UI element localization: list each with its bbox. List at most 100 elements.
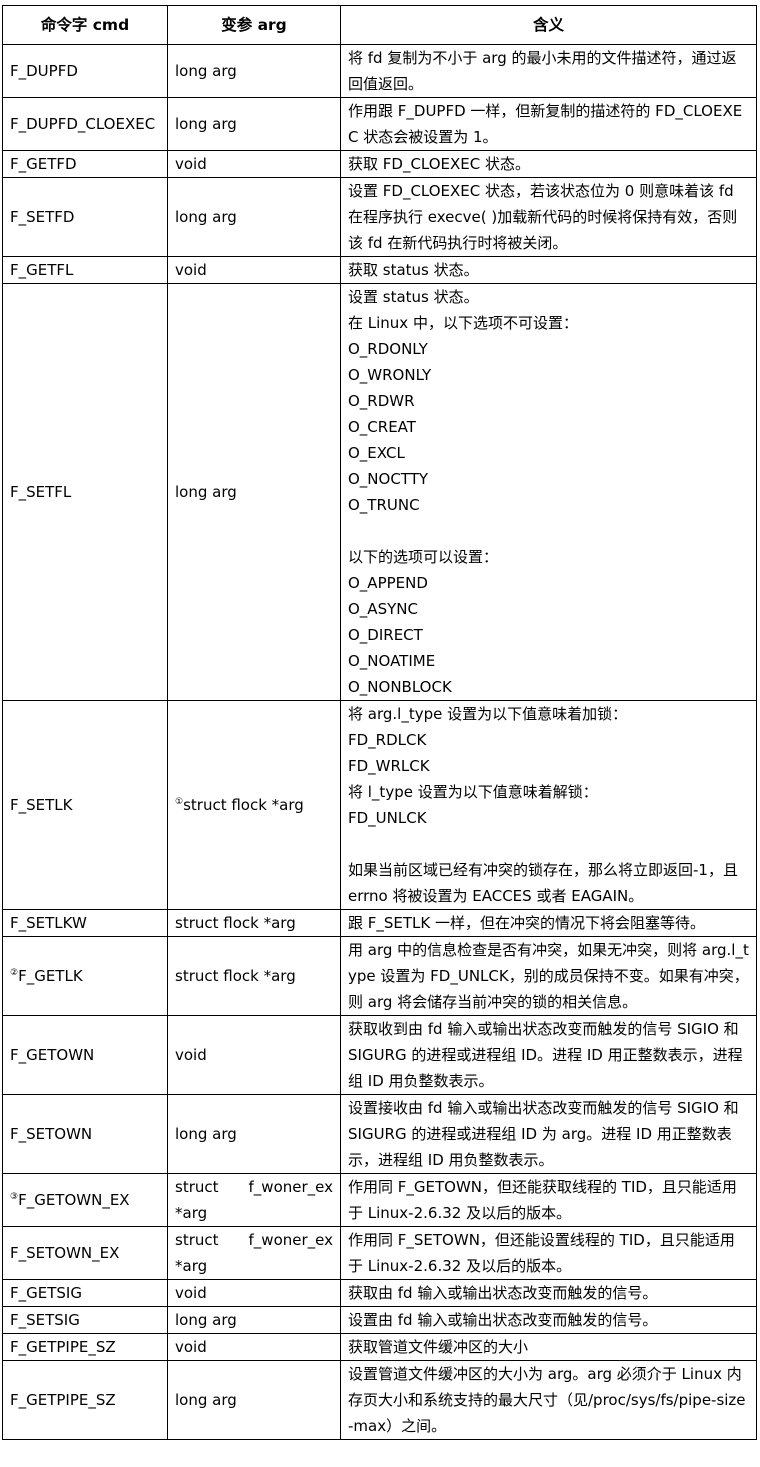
arg-cell: long arg bbox=[167, 1306, 341, 1334]
table-row: F_GETOWN void 获取收到由 fd 输入或输出状态改变而触发的信号 SIG… bbox=[2, 1015, 757, 1095]
meaning-cell: 作用同 F_SETOWN，但还能设置线程的 TID，且只能适用于 Linux-2… bbox=[340, 1226, 757, 1280]
meaning-line: 如果当前区域已经有冲突的锁存在，那么将立即返回-1，且 errno 将被设置为 … bbox=[348, 861, 738, 905]
table-row: ③F_GETOWN_EX struct f_woner_ex *arg 作用同 F_GE… bbox=[2, 1173, 757, 1227]
meaning-line: 获取 FD_CLOEXEC 状态。 bbox=[348, 155, 531, 173]
meaning-line: 作用同 F_GETOWN，但还能获取线程的 TID，且只能适用于 Linux-2… bbox=[348, 1178, 737, 1222]
meaning-cell: 设置管道文件缓冲区的大小为 arg。arg 必须介于 Linux 内存页大小和系… bbox=[340, 1360, 757, 1440]
meaning-line: O_RDWR bbox=[348, 392, 415, 410]
arg-type: void bbox=[175, 1284, 207, 1302]
meaning-line: FD_RDLCK bbox=[348, 731, 427, 749]
meaning-line: FD_UNLCK bbox=[348, 809, 427, 827]
meaning-line: 设置接收由 fd 输入或输出状态改变而触发的信号 SIGIO 和 SIGURG … bbox=[348, 1099, 739, 1169]
arg-cell: void bbox=[167, 1015, 341, 1095]
arg-type-line: struct f_woner_ex bbox=[175, 1227, 333, 1253]
arg-cell: long arg bbox=[167, 1360, 341, 1440]
arg-part: struct bbox=[175, 1178, 219, 1196]
header-cmd: 命令字 cmd bbox=[2, 5, 168, 45]
cmd-name: F_SETSIG bbox=[10, 1311, 80, 1329]
arg-type: void bbox=[175, 1338, 207, 1356]
meaning-line: 以下的选项可以设置： bbox=[348, 548, 499, 566]
table-header-row: 命令字 cmd 变参 arg 含义 bbox=[2, 5, 757, 45]
cmd-name: F_DUPFD_CLOEXEC bbox=[10, 115, 156, 133]
cmd-cell: F_GETPIPE_SZ bbox=[2, 1333, 168, 1361]
arg-part: *arg bbox=[175, 1204, 208, 1222]
meaning-line: O_DIRECT bbox=[348, 626, 423, 644]
cmd-cell: F_GETSIG bbox=[2, 1279, 168, 1307]
table-row: F_GETPIPE_SZ long arg 设置管道文件缓冲区的大小为 arg。ar… bbox=[2, 1360, 757, 1440]
cmd-cell: F_GETOWN bbox=[2, 1015, 168, 1095]
meaning-cell: 跟 F_SETLK 一样，但在冲突的情况下将会阻塞等待。 bbox=[340, 909, 757, 937]
cmd-cell: ③F_GETOWN_EX bbox=[2, 1173, 168, 1227]
cmd-cell: F_GETPIPE_SZ bbox=[2, 1360, 168, 1440]
meaning-line: 将 fd 复制为不小于 arg 的最小未用的文件描述符，通过返回值返回。 bbox=[348, 49, 737, 93]
arg-type: long arg bbox=[175, 1311, 237, 1329]
meaning-cell: 获取管道文件缓冲区的大小 bbox=[340, 1333, 757, 1361]
table-row: F_SETSIG long arg 设置由 fd 输入或输出状态改变而触发的信号。 bbox=[2, 1306, 757, 1334]
table-row: F_GETFD void 获取 FD_CLOEXEC 状态。 bbox=[2, 150, 757, 178]
cmd-cell: F_SETSIG bbox=[2, 1306, 168, 1334]
meaning-line: 获取收到由 fd 输入或输出状态改变而触发的信号 SIGIO 和 SIGURG … bbox=[348, 1020, 743, 1090]
meaning-cell: 设置 status 状态。在 Linux 中，以下选项不可设置： O_RDONLY… bbox=[340, 283, 757, 701]
meaning-line: 设置管道文件缓冲区的大小为 arg。arg 必须介于 Linux 内存页大小和系… bbox=[348, 1365, 746, 1435]
table-row: F_DUPFD long arg 将 fd 复制为不小于 arg 的最小未用的文件描… bbox=[2, 44, 757, 98]
table-row: F_SETLK ①struct flock *arg 将 arg.l_type 设置… bbox=[2, 700, 757, 910]
meaning-line: O_APPEND bbox=[348, 574, 428, 592]
arg-type-line: struct f_woner_ex bbox=[175, 1174, 333, 1200]
meaning-line: 作用跟 F_DUPFD 一样，但新复制的描述符的 FD_CLOEXEC 状态会被… bbox=[348, 102, 743, 146]
arg-type: struct flock *arg bbox=[175, 967, 296, 985]
arg-cell: void bbox=[167, 150, 341, 178]
arg-type: struct flock *arg bbox=[183, 796, 304, 814]
cmd-name: F_SETFL bbox=[10, 483, 72, 501]
meaning-line: O_TRUNC bbox=[348, 496, 420, 514]
arg-cell: struct flock *arg bbox=[167, 909, 341, 937]
fcntl-command-table: 命令字 cmd 变参 arg 含义 F_DUPFD long arg 将 fd 复制… bbox=[2, 5, 757, 1440]
arg-type: long arg bbox=[175, 483, 237, 501]
table-row: F_SETFD long arg 设置 FD_CLOEXEC 状态，若该状态位为 0… bbox=[2, 177, 757, 257]
arg-cell: void bbox=[167, 256, 341, 284]
meaning-cell: 用 arg 中的信息检查是否有冲突，如果无冲突，则将 arg.l_type 设置… bbox=[340, 936, 757, 1016]
table-row: F_SETFL long arg 设置 status 状态。在 Linux 中，以下… bbox=[2, 283, 757, 701]
meaning-line: O_EXCL bbox=[348, 444, 405, 462]
meaning-cell: 将 fd 复制为不小于 arg 的最小未用的文件描述符，通过返回值返回。 bbox=[340, 44, 757, 98]
cmd-cell: F_DUPFD_CLOEXEC bbox=[2, 97, 168, 151]
arg-cell: struct flock *arg bbox=[167, 936, 341, 1016]
arg-cell: long arg bbox=[167, 177, 341, 257]
arg-cell: ①struct flock *arg bbox=[167, 700, 341, 910]
meaning-cell: 作用同 F_GETOWN，但还能获取线程的 TID，且只能适用于 Linux-2… bbox=[340, 1173, 757, 1227]
arg-part: f_woner_ex bbox=[248, 1178, 333, 1196]
table-row: F_DUPFD_CLOEXEC long arg 作用跟 F_DUPFD 一样，但新… bbox=[2, 97, 757, 151]
cmd-name: F_SETLKW bbox=[10, 914, 87, 932]
table-row: F_GETPIPE_SZ void 获取管道文件缓冲区的大小 bbox=[2, 1333, 757, 1361]
meaning-line: O_CREAT bbox=[348, 418, 416, 436]
meaning-cell: 获取由 fd 输入或输出状态改变而触发的信号。 bbox=[340, 1279, 757, 1307]
cmd-name: F_GETOWN_EX bbox=[18, 1191, 130, 1209]
meaning-cell: 获取收到由 fd 输入或输出状态改变而触发的信号 SIGIO 和 SIGURG … bbox=[340, 1015, 757, 1095]
cmd-cell: F_DUPFD bbox=[2, 44, 168, 98]
header-meaning: 含义 bbox=[340, 5, 757, 45]
table-row: F_SETOWN long arg 设置接收由 fd 输入或输出状态改变而触发的信号… bbox=[2, 1094, 757, 1174]
table-row: F_GETFL void 获取 status 状态。 bbox=[2, 256, 757, 284]
arg-type: long arg bbox=[175, 115, 237, 133]
cmd-name: F_SETFD bbox=[10, 208, 75, 226]
arg-type: long arg bbox=[175, 1391, 237, 1409]
footnote-marker: ② bbox=[10, 968, 19, 978]
meaning-cell: 获取 status 状态。 bbox=[340, 256, 757, 284]
cmd-name: F_GETFL bbox=[10, 261, 74, 279]
arg-cell: struct f_woner_ex *arg bbox=[167, 1173, 341, 1227]
cmd-name: F_GETFD bbox=[10, 155, 77, 173]
arg-type: long arg bbox=[175, 208, 237, 226]
arg-cell: struct f_woner_ex *arg bbox=[167, 1226, 341, 1280]
arg-part: struct bbox=[175, 1231, 219, 1249]
arg-type: void bbox=[175, 1046, 207, 1064]
cmd-cell: F_SETLK bbox=[2, 700, 168, 910]
meaning-line: FD_WRLCK bbox=[348, 757, 430, 775]
cmd-name: F_GETPIPE_SZ bbox=[10, 1391, 116, 1409]
meaning-line: 获取 status 状态。 bbox=[348, 261, 479, 279]
meaning-line: 设置 FD_CLOEXEC 状态，若该状态位为 0 则意味着该 fd 在程序执行… bbox=[348, 182, 738, 252]
meaning-line: O_NOATIME bbox=[348, 652, 436, 670]
arg-cell: long arg bbox=[167, 283, 341, 701]
footnote-marker: ① bbox=[175, 797, 184, 807]
cmd-name: F_GETSIG bbox=[10, 1284, 82, 1302]
meaning-line: 作用同 F_SETOWN，但还能设置线程的 TID，且只能适用于 Linux-2… bbox=[348, 1231, 735, 1275]
cmd-name: F_GETOWN bbox=[10, 1046, 95, 1064]
